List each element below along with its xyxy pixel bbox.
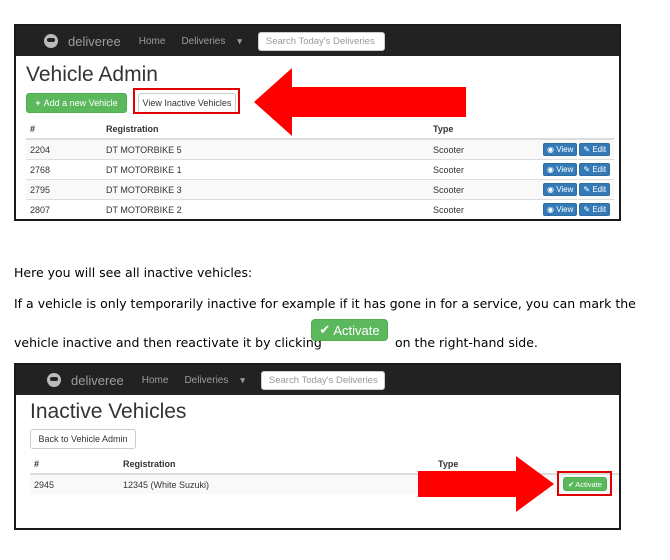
brand-name: deliveree bbox=[68, 33, 121, 49]
activate-button-example: ✔ Activate bbox=[311, 319, 388, 341]
page-title: Inactive Vehicles bbox=[30, 400, 187, 423]
row-actions: ◉ View ✎ Edit bbox=[539, 199, 614, 219]
add-vehicle-label: Add a new Vehicle bbox=[43, 98, 118, 108]
view-button[interactable]: ◉ View bbox=[543, 183, 578, 196]
vehicle-registration: DT MOTORBIKE 5 bbox=[102, 138, 429, 160]
row-actions: ◉ View ✎ Edit bbox=[539, 179, 614, 200]
vehicle-type: Scooter bbox=[429, 159, 539, 180]
view-button[interactable]: ◉ View bbox=[543, 163, 578, 176]
top-navbar: deliveree Home Deliveries ▾ Search Today… bbox=[16, 365, 619, 395]
back-to-vehicle-admin-button[interactable]: Back to Vehicle Admin bbox=[30, 429, 136, 449]
vehicle-type: Scooter bbox=[429, 199, 539, 219]
checkmark-icon: ✔ bbox=[319, 322, 331, 337]
red-arrow-right-icon bbox=[418, 456, 554, 512]
add-vehicle-button[interactable]: + Add a new Vehicle bbox=[26, 93, 127, 113]
nav-deliveries-link[interactable]: Deliveries bbox=[181, 36, 225, 47]
instruction-line-3a: vehicle inactive and then reactivate it … bbox=[14, 335, 322, 350]
brand[interactable]: deliveree bbox=[47, 373, 124, 388]
activate-label: Activate bbox=[333, 322, 380, 338]
vehicle-id: 2945 bbox=[30, 473, 119, 494]
search-input[interactable]: Search Today's Deliveries bbox=[260, 370, 385, 390]
brand-name: deliveree bbox=[71, 372, 124, 388]
edit-button[interactable]: ✎ Edit bbox=[579, 183, 611, 196]
row-actions: ◉ View ✎ Edit bbox=[539, 159, 614, 180]
nav-deliveries-link[interactable]: Deliveries bbox=[184, 375, 228, 386]
col-actions bbox=[539, 119, 614, 140]
nav-home-link[interactable]: Home bbox=[142, 375, 169, 386]
pencil-icon: ✎ bbox=[583, 145, 593, 154]
edit-button[interactable]: ✎ Edit bbox=[579, 203, 611, 216]
col-id: # bbox=[30, 454, 119, 475]
eye-icon: ◉ bbox=[547, 145, 557, 154]
vehicle-id: 2795 bbox=[26, 179, 102, 200]
table-row: 2795 DT MOTORBIKE 3 Scooter ◉ View ✎ Edit bbox=[26, 179, 614, 200]
row-actions: ◉ View ✎ Edit bbox=[539, 138, 614, 160]
chevron-down-icon[interactable]: ▾ bbox=[237, 36, 242, 47]
col-registration: Registration bbox=[119, 454, 434, 475]
pencil-icon: ✎ bbox=[583, 185, 593, 194]
instruction-line-1: Here you will see all inactive vehicles: bbox=[14, 265, 253, 280]
red-arrow-left-icon bbox=[254, 68, 466, 136]
edit-label: Edit bbox=[592, 185, 607, 194]
instruction-line-2: If a vehicle is only temporarily inactiv… bbox=[14, 296, 636, 311]
deliveree-logo-icon bbox=[44, 34, 58, 48]
col-id: # bbox=[26, 119, 102, 140]
vehicle-registration: DT MOTORBIKE 3 bbox=[102, 179, 429, 200]
vehicle-type: Scooter bbox=[429, 179, 539, 200]
search-input[interactable]: Search Today's Deliveries bbox=[257, 31, 385, 51]
view-label: View bbox=[556, 145, 574, 154]
view-label: View bbox=[556, 185, 574, 194]
top-navbar: deliveree Home Deliveries ▾ Search Today… bbox=[16, 26, 619, 56]
table-row: 2768 DT MOTORBIKE 1 Scooter ◉ View ✎ Edit bbox=[26, 159, 614, 180]
edit-label: Edit bbox=[592, 205, 607, 214]
table-row: 2807 DT MOTORBIKE 2 Scooter ◉ View ✎ Edit bbox=[26, 199, 614, 219]
edit-button[interactable]: ✎ Edit bbox=[579, 163, 611, 176]
vehicle-registration: 12345 (White Suzuki) bbox=[119, 473, 434, 494]
edit-button[interactable]: ✎ Edit bbox=[579, 143, 611, 156]
highlight-box bbox=[133, 88, 240, 114]
page-title: Vehicle Admin bbox=[26, 63, 158, 86]
pencil-icon: ✎ bbox=[583, 205, 593, 214]
edit-label: Edit bbox=[592, 165, 607, 174]
vehicle-type: Scooter bbox=[429, 138, 539, 160]
edit-label: Edit bbox=[592, 145, 607, 154]
vehicle-id: 2204 bbox=[26, 138, 102, 160]
vehicle-registration: DT MOTORBIKE 2 bbox=[102, 199, 429, 219]
instruction-line-3b: on the right-hand side. bbox=[395, 335, 538, 350]
deliveree-logo-icon bbox=[47, 373, 61, 387]
vehicle-id: 2807 bbox=[26, 199, 102, 219]
pencil-icon: ✎ bbox=[583, 165, 593, 174]
plus-icon: + bbox=[35, 98, 41, 108]
vehicle-id: 2768 bbox=[26, 159, 102, 180]
table-row: 2204 DT MOTORBIKE 5 Scooter ◉ View ✎ Edit bbox=[26, 138, 614, 160]
eye-icon: ◉ bbox=[547, 185, 557, 194]
view-button[interactable]: ◉ View bbox=[543, 143, 578, 156]
eye-icon: ◉ bbox=[547, 165, 557, 174]
view-button[interactable]: ◉ View bbox=[543, 203, 578, 216]
brand[interactable]: deliveree bbox=[44, 34, 121, 49]
highlight-box bbox=[557, 471, 612, 496]
eye-icon: ◉ bbox=[547, 205, 557, 214]
view-label: View bbox=[556, 205, 574, 214]
nav-home-link[interactable]: Home bbox=[139, 36, 166, 47]
chevron-down-icon[interactable]: ▾ bbox=[240, 375, 245, 386]
view-label: View bbox=[556, 165, 574, 174]
vehicle-registration: DT MOTORBIKE 1 bbox=[102, 159, 429, 180]
